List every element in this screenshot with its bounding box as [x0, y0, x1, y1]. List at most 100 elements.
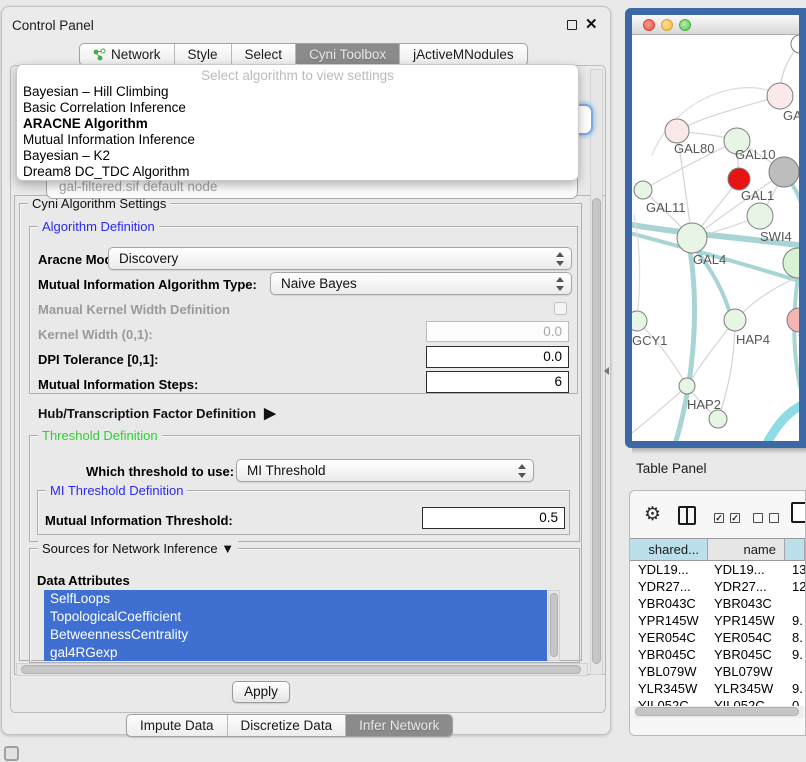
kernel-width-field[interactable]: 0.0 — [426, 321, 569, 342]
table-row[interactable]: YPR145W YPR145W 9. — [630, 612, 805, 629]
network-node[interactable] — [632, 311, 647, 331]
table-cell[interactable]: YBR045C — [714, 646, 772, 663]
table-cell[interactable]: YBR045C — [638, 646, 696, 663]
select-all-check-icon[interactable]: ✓ — [714, 513, 724, 523]
float-window-icon[interactable] — [567, 20, 577, 30]
attribute-item[interactable]: SelfLoops — [44, 590, 547, 608]
algorithm-item[interactable]: Basic Correlation Inference — [17, 100, 578, 116]
table-cell[interactable]: YBR043C — [714, 595, 772, 612]
table-header-cell[interactable]: name — [708, 539, 785, 560]
deselect-all-box-icon[interactable] — [753, 513, 763, 523]
tab-network[interactable]: Network — [80, 44, 175, 65]
table-cell[interactable]: 12 — [792, 578, 805, 595]
mi-type-combobox[interactable]: Naive Bayes — [270, 272, 572, 295]
bottom-tab-infer-network[interactable]: Infer Network — [346, 715, 452, 736]
table-row[interactable]: YER054C YER054C 8. — [630, 629, 805, 646]
mi-threshold-field[interactable]: 0.5 — [422, 507, 565, 529]
network-node[interactable] — [767, 83, 793, 109]
table-cell[interactable]: YLR345W — [638, 680, 697, 697]
mac-close-icon[interactable] — [643, 19, 655, 31]
network-window-titlebar[interactable] — [632, 15, 799, 35]
table-horizontal-scrollbar[interactable] — [634, 706, 803, 718]
network-node[interactable] — [634, 181, 652, 199]
select-all-check-icon[interactable]: ✓ — [730, 513, 740, 523]
table-cell[interactable]: YER054C — [714, 629, 772, 646]
table-cell[interactable]: 9. — [792, 612, 803, 629]
tab-jactivemnodules[interactable]: jActiveMNodules — [400, 44, 527, 65]
network-node[interactable] — [709, 410, 727, 428]
table-cell[interactable]: 8. — [792, 629, 803, 646]
table-cell[interactable]: YDL19... — [638, 561, 689, 578]
which-threshold-combobox[interactable]: MI Threshold — [236, 459, 534, 482]
table-cell[interactable]: YBR043C — [638, 595, 696, 612]
algorithm-item[interactable]: Mutual Information Inference — [17, 132, 578, 148]
attribute-list-scrollbar[interactable] — [548, 590, 560, 661]
table-cell[interactable]: YBL079W — [638, 663, 697, 680]
deselect-all-box-icon[interactable] — [769, 513, 779, 523]
network-node[interactable] — [787, 308, 806, 332]
table-cell[interactable]: YDL19... — [714, 561, 765, 578]
network-node[interactable] — [679, 378, 695, 394]
table-row[interactable]: YDL19... YDL19... 13 — [630, 561, 805, 578]
settings-vertical-scrollbar[interactable] — [590, 69, 603, 675]
scrollbar-thumb[interactable] — [592, 198, 601, 664]
export-table-icon[interactable] — [791, 502, 806, 523]
table-cell[interactable]: YIL052C — [638, 697, 689, 706]
algorithm-item[interactable]: ARACNE Algorithm — [17, 116, 578, 132]
table-header-cell[interactable] — [785, 539, 805, 560]
mac-minimize-icon[interactable] — [661, 19, 673, 31]
tab-style[interactable]: Style — [175, 44, 232, 65]
aracne-mode-combobox[interactable]: Discovery — [108, 247, 572, 270]
hub-definition-expander[interactable]: Hub/Transcription Factor Definition ▶ — [38, 404, 276, 422]
table-cell[interactable]: YER054C — [638, 629, 696, 646]
table-header-cell[interactable]: shared... — [630, 539, 708, 560]
network-node[interactable] — [724, 309, 746, 331]
mac-zoom-icon[interactable] — [679, 19, 691, 31]
scrollbar-thumb[interactable] — [550, 593, 558, 657]
network-node[interactable] — [665, 119, 689, 143]
scrollbar-thumb[interactable] — [635, 707, 799, 716]
bottom-tab-impute-data[interactable]: Impute Data — [127, 715, 228, 736]
table-row[interactable]: YBL079W YBL079W — [630, 663, 805, 680]
attribute-item[interactable]: BetweennessCentrality — [44, 626, 547, 644]
network-node[interactable] — [747, 203, 773, 229]
network-node[interactable] — [783, 248, 806, 278]
panel-divider-arrow[interactable] — [604, 367, 609, 375]
table-cell[interactable]: YIL052C — [714, 697, 765, 706]
close-icon[interactable]: ✕ — [585, 15, 598, 33]
table-row[interactable]: YIL052C YIL052C 0. — [630, 697, 805, 706]
gear-icon[interactable]: ⚙ — [644, 503, 661, 526]
column-layout-icon[interactable] — [678, 506, 696, 525]
attribute-item[interactable]: TopologicalCoefficient — [44, 608, 547, 626]
network-node[interactable] — [769, 157, 799, 187]
sources-expander[interactable]: Sources for Network Inference ▼ — [38, 541, 238, 556]
dpi-tolerance-field[interactable]: 0.0 — [426, 346, 569, 368]
table-cell[interactable]: YPR145W — [638, 612, 699, 629]
minimized-panel-icon[interactable] — [4, 746, 19, 761]
table-row[interactable]: YDR27...YDR27...12 — [630, 578, 805, 595]
table-cell[interactable]: YLR345W — [714, 680, 773, 697]
table-cell[interactable]: 0. — [792, 697, 803, 706]
table-row[interactable]: YBR045C YBR045C 9. — [630, 646, 805, 663]
table-row[interactable]: YLR345W YLR345W 9. — [630, 680, 805, 697]
table-cell[interactable]: YBL079W — [714, 663, 773, 680]
manual-kernel-checkbox[interactable] — [554, 302, 567, 315]
table-cell[interactable]: YPR145W — [714, 612, 775, 629]
network-node[interactable] — [728, 168, 750, 190]
table-cell[interactable]: 9. — [792, 646, 803, 663]
algorithm-item[interactable]: Bayesian – K2 — [17, 148, 578, 164]
scrollbar-thumb[interactable] — [21, 665, 581, 674]
tab-select[interactable]: Select — [232, 44, 297, 65]
network-node[interactable] — [791, 35, 806, 53]
attribute-item[interactable]: gal4RGexp — [44, 644, 547, 661]
tab-cyni-toolbox[interactable]: Cyni Toolbox — [296, 44, 400, 65]
table-cell[interactable]: 9. — [792, 680, 803, 697]
algorithm-item[interactable]: Dream8 DC_TDC Algorithm — [17, 164, 578, 180]
network-node[interactable] — [677, 223, 707, 253]
table-cell[interactable]: 13 — [792, 561, 805, 578]
mi-steps-field[interactable]: 6 — [426, 371, 569, 393]
settings-horizontal-scrollbar[interactable] — [16, 663, 588, 676]
network-canvas[interactable]: GALGAL80GAL10GAL11GAL1SWI4GAL4GCY1HAP4YH… — [632, 35, 799, 441]
apply-button[interactable]: Apply — [232, 681, 290, 703]
table-cell[interactable]: YDR27... — [638, 578, 691, 595]
